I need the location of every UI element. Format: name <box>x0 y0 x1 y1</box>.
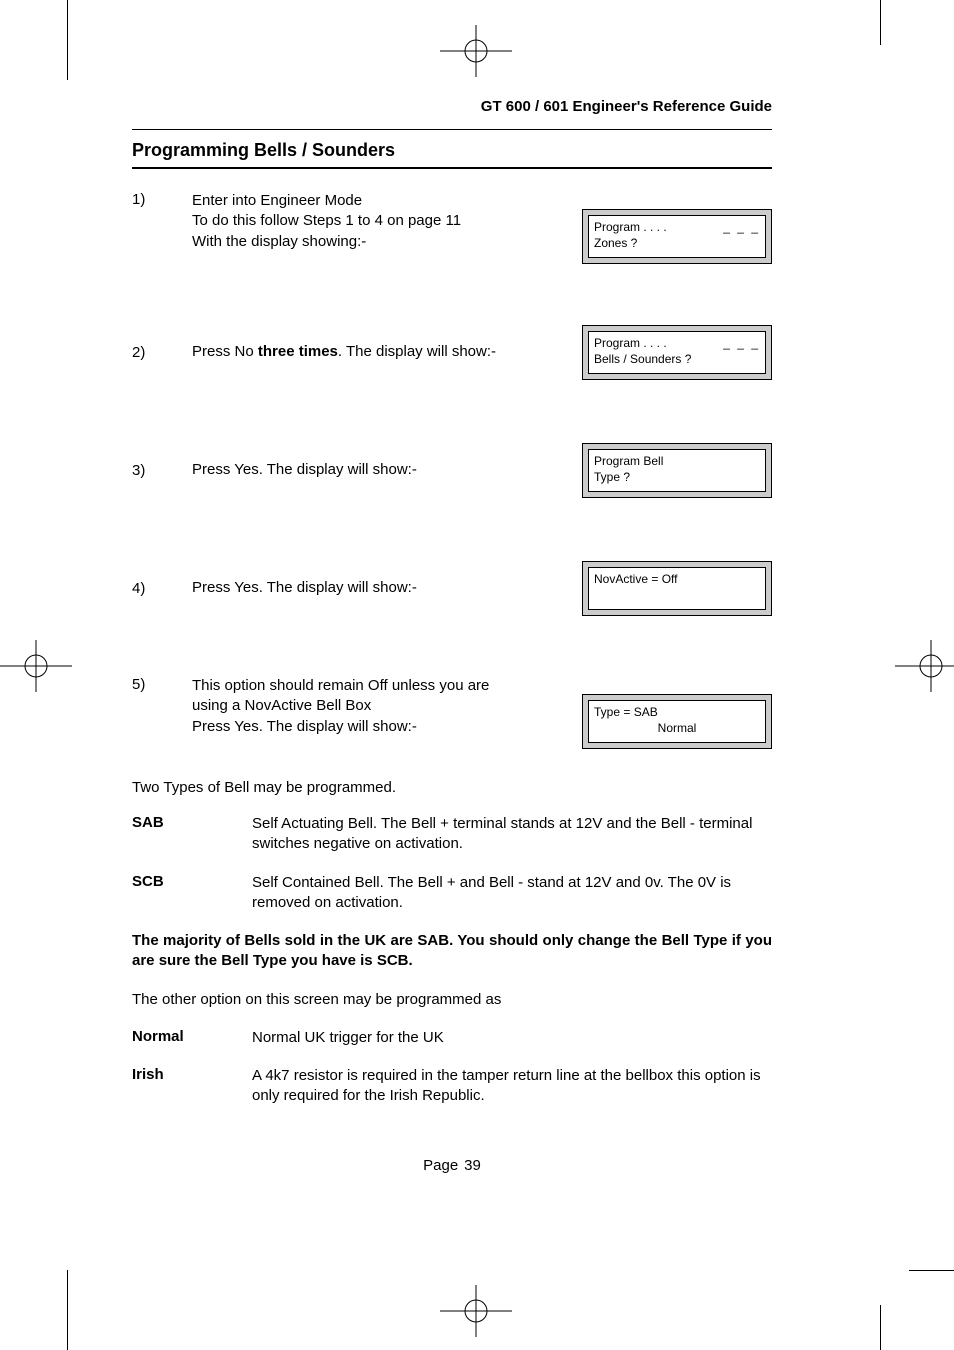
step-text: Press Yes. The display will show:- <box>192 460 542 480</box>
definition-term: Normal <box>132 1028 252 1048</box>
paragraph: Two Types of Bell may be programmed. <box>132 779 772 796</box>
step-3: 3) Press Yes. The display will show:- Pr… <box>132 440 772 500</box>
register-mark-icon <box>0 640 72 692</box>
lcd-display: Program . . . . _ _ _ Zones ? <box>582 209 772 264</box>
page-content: GT 600 / 601 Engineer's Reference Guide … <box>132 98 772 1174</box>
crop-mark <box>880 0 881 45</box>
step-number: 3) <box>132 462 192 479</box>
text-line: To do this follow Steps 1 to 4 on page 1… <box>192 211 530 231</box>
lcd-text: _ _ _ <box>723 335 760 351</box>
register-mark-icon <box>440 25 512 77</box>
text-line: Enter into Engineer Mode <box>192 191 530 211</box>
lcd-display: Type = SAB Normal <box>582 694 772 749</box>
bold-note: The majority of Bells sold in the UK are… <box>132 931 772 972</box>
page-number: 39 <box>464 1157 481 1174</box>
register-mark-icon <box>895 640 954 692</box>
definition-desc: A 4k7 resistor is required in the tamper… <box>252 1066 772 1107</box>
definition-desc: Normal UK trigger for the UK <box>252 1028 772 1048</box>
lcd-text: Program . . . . <box>594 335 667 351</box>
step-2: 2) Press No three times. The display wil… <box>132 322 772 382</box>
crop-mark <box>67 1270 68 1350</box>
definition-term: SCB <box>132 873 252 914</box>
lcd-text: Bells / Sounders ? <box>594 351 760 367</box>
step-4: 4) Press Yes. The display will show:- No… <box>132 558 772 618</box>
lcd-display: Program Bell Type ? <box>582 443 772 498</box>
text-span: Press No <box>192 343 258 360</box>
footer-label: Page <box>423 1157 458 1174</box>
lcd-text: Type = SAB <box>594 704 760 720</box>
paragraph: The other option on this screen may be p… <box>132 990 772 1010</box>
lcd-text: Program . . . . <box>594 219 667 235</box>
lcd-text: Type ? <box>594 469 760 485</box>
crop-mark <box>67 0 68 80</box>
definition-irish: Irish A 4k7 resistor is required in the … <box>132 1066 772 1107</box>
text-span: . The display will show:- <box>338 343 496 360</box>
lcd-text: Program Bell <box>594 453 760 469</box>
step-text: Enter into Engineer Mode To do this foll… <box>192 191 542 252</box>
register-mark-icon <box>440 1285 512 1337</box>
lcd-text: _ _ _ <box>723 219 760 235</box>
lcd-text: NovActive = Off <box>594 571 760 587</box>
step-text: Press No three times. The display will s… <box>192 342 542 362</box>
step-text: This option should remain Off unless you… <box>192 676 542 737</box>
definition-scb: SCB Self Contained Bell. The Bell + and … <box>132 873 772 914</box>
step-1: 1) Enter into Engineer Mode To do this f… <box>132 191 772 264</box>
text-line: With the display showing:- <box>192 232 530 252</box>
step-text: Press Yes. The display will show:- <box>192 578 542 598</box>
section-title: Programming Bells / Sounders <box>132 140 772 161</box>
step-number: 2) <box>132 344 192 361</box>
definition-term: Irish <box>132 1066 252 1107</box>
definition-normal: Normal Normal UK trigger for the UK <box>132 1028 772 1048</box>
definition-term: SAB <box>132 814 252 855</box>
page-footer: Page 39 <box>132 1157 772 1174</box>
definition-desc: Self Contained Bell. The Bell + and Bell… <box>252 873 772 914</box>
lcd-text: Zones ? <box>594 235 760 251</box>
step-5: 5) This option should remain Off unless … <box>132 676 772 749</box>
lcd-display: NovActive = Off <box>582 561 772 616</box>
text-bold: three times <box>258 343 338 360</box>
section-title-rule <box>132 167 772 169</box>
header-rule <box>132 129 772 130</box>
crop-mark <box>880 1305 881 1350</box>
text-line: This option should remain Off unless you… <box>192 676 530 696</box>
text-line: using a NovActive Bell Box <box>192 696 530 716</box>
lcd-text: Normal <box>594 720 760 736</box>
definition-desc: Self Actuating Bell. The Bell + terminal… <box>252 814 772 855</box>
running-header: GT 600 / 601 Engineer's Reference Guide <box>132 98 772 115</box>
lcd-display: Program . . . . _ _ _ Bells / Sounders ? <box>582 325 772 380</box>
crop-mark <box>909 1270 954 1271</box>
step-number: 1) <box>132 191 192 208</box>
step-number: 4) <box>132 580 192 597</box>
text-line: Press Yes. The display will show:- <box>192 717 530 737</box>
step-number: 5) <box>132 676 192 693</box>
definition-sab: SAB Self Actuating Bell. The Bell + term… <box>132 814 772 855</box>
